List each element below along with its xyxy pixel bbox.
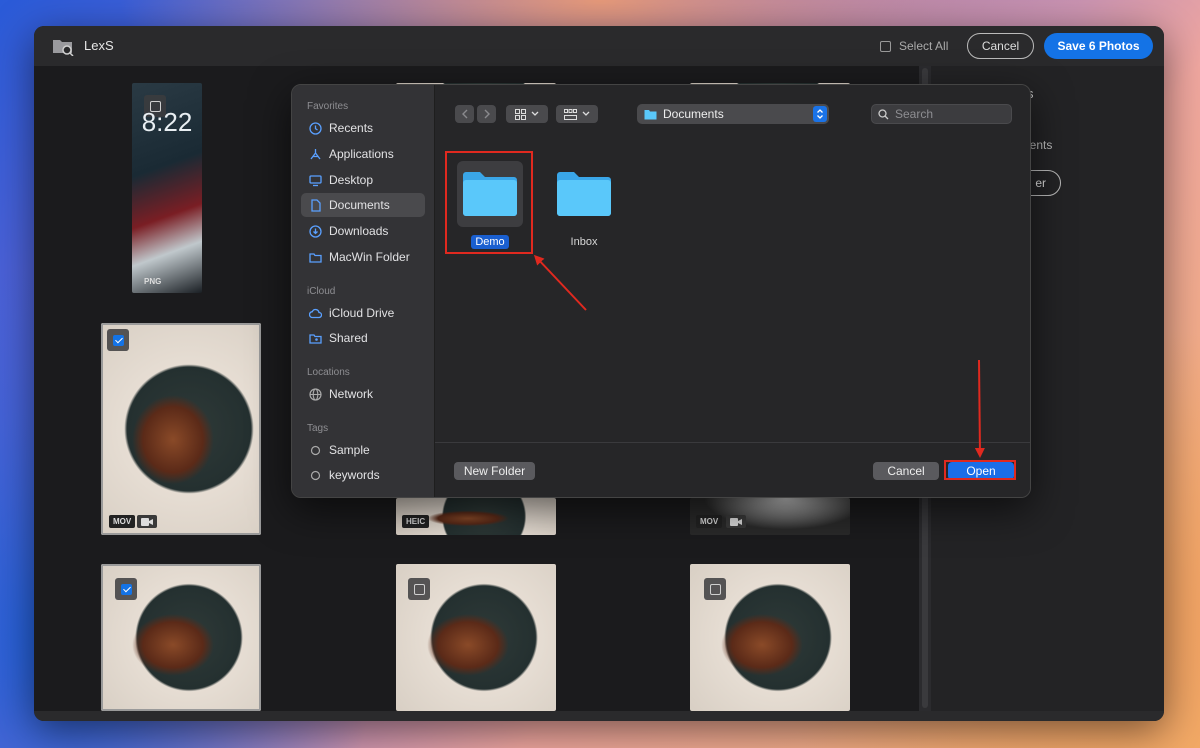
app-folder-search-icon	[53, 40, 74, 56]
desktop-icon	[309, 174, 322, 186]
photo-thumbnail[interactable]: MOV	[101, 323, 261, 535]
sidebar-item-desktop[interactable]: Desktop	[301, 168, 425, 192]
photo-checkbox[interactable]	[704, 578, 726, 600]
checkbox-box[interactable]	[880, 40, 891, 52]
sidebar-item-label: Applications	[329, 147, 394, 161]
file-type-badge: MOV	[109, 515, 136, 528]
sidebar-item-label: Downloads	[329, 224, 389, 238]
forward-button[interactable]	[477, 105, 496, 123]
chevron-down-icon	[582, 111, 590, 116]
folder-item-demo[interactable]: Demo	[450, 161, 530, 250]
chevron-down-icon	[531, 111, 539, 116]
photo-thumbnail[interactable]: 8:22 PNG	[132, 83, 202, 293]
video-camera-icon	[137, 515, 157, 528]
photo-thumbnail[interactable]	[396, 564, 556, 711]
globe-icon	[309, 387, 322, 401]
folder-icon	[551, 161, 617, 227]
photo-checkbox[interactable]	[107, 329, 129, 351]
clock-icon	[309, 121, 322, 135]
sidebar-item-label: Desktop	[329, 173, 374, 187]
folder-label: Demo	[471, 235, 509, 249]
updown-chevron-icon	[813, 106, 827, 122]
photo-checkbox[interactable]	[115, 578, 137, 600]
sidebar-item-tag-keywords[interactable]: keywords	[301, 463, 425, 487]
document-icon	[311, 198, 321, 212]
photo-thumbnail[interactable]: HEIC	[396, 498, 556, 535]
download-icon	[309, 224, 322, 238]
grid-view-icon	[515, 108, 526, 120]
sidebar-item-label: Network	[329, 387, 374, 401]
bottom-bar	[34, 711, 1164, 721]
sidebar-item-macwin-folder[interactable]: MacWin Folder	[301, 245, 425, 269]
sidebar-section-locations: Locations	[307, 367, 350, 378]
sidebar-item-downloads[interactable]: Downloads	[301, 219, 425, 243]
sidebar-section-favorites: Favorites	[307, 101, 349, 112]
chevron-left-icon	[461, 109, 467, 119]
photo-checkbox[interactable]	[408, 578, 430, 600]
tag-circle-icon	[310, 470, 321, 480]
shared-folder-icon	[309, 333, 322, 344]
sidebar-item-label: Documents	[329, 198, 390, 212]
folder-icon	[644, 109, 657, 119]
title-bar: LexS Select All Cancel Save 6 Photos	[34, 26, 1164, 66]
sidebar-item-label: Shared	[329, 331, 368, 345]
open-button[interactable]: Open	[948, 462, 1014, 480]
file-type-badge: MOV	[696, 515, 723, 528]
location-popup[interactable]: Documents	[637, 104, 829, 124]
location-label: Documents	[663, 107, 724, 121]
sidebar-item-label: Recents	[329, 121, 374, 135]
sidebar-item-documents[interactable]: Documents	[301, 193, 425, 217]
app-title: LexS	[84, 38, 114, 53]
back-button[interactable]	[455, 105, 474, 123]
video-camera-icon	[726, 515, 746, 528]
folder-label: Inbox	[570, 236, 598, 248]
select-all-checkbox[interactable]: Select All	[880, 39, 948, 53]
dialog-sidebar: Favorites Recents Applications Desktop D…	[292, 85, 435, 497]
sidebar-item-tag-sample[interactable]: Sample	[301, 438, 425, 462]
select-all-label: Select All	[899, 39, 949, 53]
file-type-badge: HEIC	[402, 515, 430, 528]
sidebar-item-applications[interactable]: Applications	[301, 142, 425, 166]
group-view-button[interactable]	[556, 105, 598, 123]
sidebar-item-shared[interactable]: Shared	[301, 326, 425, 350]
folder-icon	[457, 161, 523, 227]
file-type-badge: PNG	[144, 277, 162, 286]
sidebar-item-label: Sample	[329, 443, 370, 457]
dialog-cancel-button[interactable]: Cancel	[873, 462, 939, 480]
chevron-right-icon	[484, 109, 490, 119]
icon-view-button[interactable]	[506, 105, 548, 123]
sidebar-section-icloud: iCloud	[307, 286, 336, 297]
photo-thumbnail[interactable]	[690, 564, 850, 711]
new-folder-button[interactable]: New Folder	[454, 462, 535, 480]
open-file-dialog: Favorites Recents Applications Desktop D…	[291, 84, 1031, 498]
folder-item-inbox[interactable]: Inbox	[544, 161, 624, 250]
tag-circle-icon	[310, 445, 321, 455]
save-photos-button[interactable]: Save 6 Photos	[1044, 33, 1153, 59]
dialog-divider	[435, 442, 1030, 443]
cancel-button[interactable]: Cancel	[967, 33, 1034, 59]
sidebar-item-network[interactable]: Network	[301, 382, 425, 406]
group-icon	[564, 108, 577, 120]
dialog-file-browser: Documents Search Demo Inbox New Folder C…	[435, 85, 1030, 497]
applications-icon	[310, 148, 321, 159]
search-icon	[878, 108, 889, 119]
search-field[interactable]: Search	[871, 104, 1012, 124]
photo-thumbnail[interactable]	[101, 564, 261, 711]
photo-thumbnail[interactable]: MOV	[690, 498, 850, 535]
sidebar-item-label: keywords	[329, 468, 380, 482]
sidebar-item-label: MacWin Folder	[329, 250, 410, 264]
sidebar-item-icloud-drive[interactable]: iCloud Drive	[301, 301, 425, 325]
cloud-icon	[309, 308, 322, 318]
sidebar-section-tags: Tags	[307, 423, 329, 434]
search-placeholder: Search	[895, 107, 934, 121]
folder-icon	[309, 252, 322, 263]
sidebar-item-label: iCloud Drive	[329, 306, 395, 320]
lockscreen-time: 8:22	[141, 107, 193, 137]
sidebar-item-recents[interactable]: Recents	[301, 116, 425, 140]
